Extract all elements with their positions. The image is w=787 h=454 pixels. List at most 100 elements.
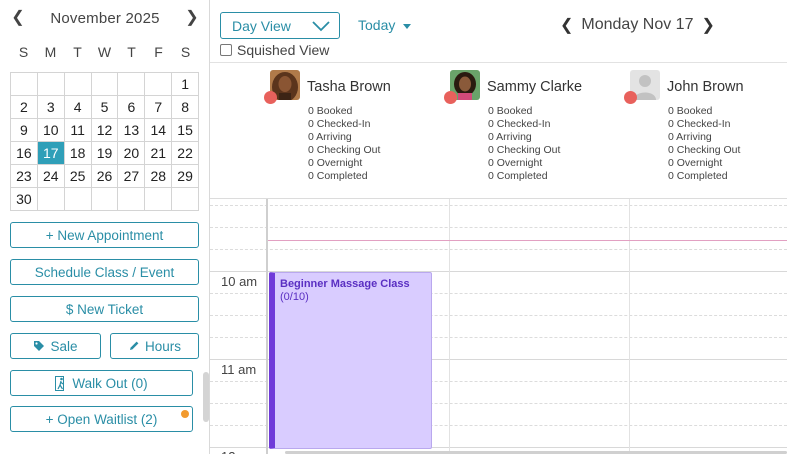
calendar-day[interactable]: 29 [172, 165, 200, 188]
calendar-day[interactable]: 24 [37, 165, 65, 188]
stat-booked: 0 Booked [308, 105, 353, 117]
calendar-day[interactable]: 16 [11, 142, 38, 165]
today-button[interactable]: Today [358, 17, 412, 33]
stat-arriving: 0 Arriving [488, 131, 532, 143]
mini-calendar-grid: 1 2 3 4 5 6 7 8 9 10 11 12 13 14 15 16 17 18 19 20 21 22 23 24 2… [10, 72, 200, 211]
calendar-day-selected[interactable]: 17 [37, 142, 65, 165]
calendar-day[interactable]: 2 [11, 96, 38, 119]
stat-checked-in: 0 Checked-In [668, 118, 731, 130]
weekday-label: W [97, 44, 112, 60]
calendar-week-row: 9 10 11 12 13 14 15 [11, 119, 200, 142]
calendar-day[interactable]: 9 [11, 119, 38, 142]
calendar-day[interactable]: 12 [91, 119, 119, 142]
calendar-day[interactable]: 28 [145, 165, 173, 188]
current-time-indicator [268, 240, 787, 241]
staff-stats: 0 Booked 0 Checked-In 0 Arriving 0 Check… [668, 105, 740, 183]
next-day-icon[interactable]: ❯ [701, 15, 714, 35]
squished-view-checkbox[interactable] [220, 44, 232, 56]
calendar-day[interactable]: 10 [37, 119, 65, 142]
tag-icon [33, 340, 45, 352]
staff-column-header: Sammy Clarke 0 Booked 0 Checked-In 0 Arr… [444, 70, 630, 185]
mini-calendar-month: November 2025 [50, 10, 160, 27]
slot-line [210, 249, 787, 250]
stat-checked-in: 0 Checked-In [308, 118, 371, 130]
stat-checking-out: 0 Checking Out [668, 144, 741, 156]
open-waitlist-button[interactable]: + Open Waitlist (2) [10, 406, 193, 432]
sale-label: Sale [50, 338, 78, 354]
slot-line [210, 227, 787, 228]
current-date-label: Monday Nov 17 [581, 16, 694, 33]
appointment-block[interactable]: Beginner Massage Class (0/10) [269, 272, 432, 449]
calendar-day[interactable]: 23 [11, 165, 38, 188]
calendar-day[interactable]: 25 [64, 165, 92, 188]
calendar-day[interactable]: 6 [118, 96, 146, 119]
calendar-day[interactable]: 18 [64, 142, 92, 165]
sale-button[interactable]: Sale [10, 333, 101, 359]
status-dot [624, 91, 637, 104]
calendar-day[interactable]: 11 [64, 119, 92, 142]
schedule-class-button[interactable]: Schedule Class / Event [10, 259, 199, 285]
calendar-empty-cell [118, 188, 146, 211]
calendar-day[interactable]: 21 [145, 142, 173, 165]
staff-stats: 0 Booked 0 Checked-In 0 Arriving 0 Check… [488, 105, 560, 183]
pencil-icon [128, 340, 140, 352]
column-divider [449, 199, 450, 454]
hours-button[interactable]: Hours [110, 333, 199, 359]
walk-out-button[interactable]: Walk Out (0) [10, 370, 193, 396]
weekday-label: T [127, 44, 136, 60]
calendar-day[interactable]: 5 [91, 96, 119, 119]
calendar-day[interactable]: 19 [91, 142, 119, 165]
calendar-day[interactable]: 30 [11, 188, 38, 211]
calendar-empty-cell [37, 73, 65, 96]
stat-overnight: 0 Overnight [668, 157, 723, 169]
time-label: 12 [221, 449, 235, 454]
view-select[interactable]: Day View [220, 12, 340, 39]
calendar-empty-cell [145, 188, 173, 211]
calendar-empty-cell [118, 73, 146, 96]
slot-line [210, 205, 787, 206]
squished-view-toggle[interactable]: Squished View [220, 42, 329, 58]
calendar-day[interactable]: 14 [145, 119, 173, 142]
time-gutter-divider [266, 199, 268, 454]
calendar-day[interactable]: 20 [118, 142, 146, 165]
stat-checked-in: 0 Checked-In [488, 118, 551, 130]
new-appointment-label: + New Appointment [45, 227, 164, 243]
stat-completed: 0 Completed [668, 170, 728, 182]
calendar-day[interactable]: 27 [118, 165, 146, 188]
stat-overnight: 0 Overnight [488, 157, 543, 169]
calendar-day[interactable]: 26 [91, 165, 119, 188]
calendar-empty-cell [145, 73, 173, 96]
new-ticket-button[interactable]: $ New Ticket [10, 296, 199, 322]
stat-arriving: 0 Arriving [668, 131, 712, 143]
time-label: 10 am [221, 274, 258, 289]
prev-day-icon[interactable]: ❮ [560, 15, 573, 35]
header-divider [210, 62, 787, 63]
calendar-day[interactable]: 7 [145, 96, 173, 119]
new-appointment-button[interactable]: + New Appointment [10, 222, 199, 248]
calendar-day[interactable]: 3 [37, 96, 65, 119]
stat-arriving: 0 Arriving [308, 131, 352, 143]
weekday-label: S [18, 44, 29, 60]
next-month-icon[interactable]: ❯ [183, 8, 201, 28]
calendar-day[interactable]: 15 [172, 119, 200, 142]
day-view-panel: Day View Today Squished View ❮ Monday No… [210, 0, 787, 454]
caret-down-icon [403, 23, 412, 29]
calendar-empty-cell [64, 73, 92, 96]
calendar-day[interactable]: 4 [64, 96, 92, 119]
calendar-day[interactable]: 1 [172, 73, 200, 96]
column-divider [629, 199, 630, 454]
calendar-empty-cell [64, 188, 92, 211]
sidebar-scrollbar[interactable] [203, 372, 209, 422]
calendar-day[interactable]: 13 [118, 119, 146, 142]
calendar-day[interactable]: 8 [172, 96, 200, 119]
calendar-week-row: 30 [11, 188, 200, 211]
staff-stats: 0 Booked 0 Checked-In 0 Arriving 0 Check… [308, 105, 380, 183]
weekday-header-row: S M T W T F S [10, 44, 199, 60]
sidebar: ❮ November 2025 ❯ S M T W T F S 12345678… [0, 0, 210, 454]
weekday-label: T [73, 44, 82, 60]
stat-checking-out: 0 Checking Out [488, 144, 561, 156]
calendar-app: ❮ November 2025 ❯ S M T W T F S 12345678… [0, 0, 787, 454]
calendar-day[interactable]: 22 [172, 142, 200, 165]
appointment-title: Beginner Massage Class [280, 278, 410, 290]
staff-column-header: Tasha Brown 0 Booked 0 Checked-In 0 Arri… [264, 70, 450, 185]
